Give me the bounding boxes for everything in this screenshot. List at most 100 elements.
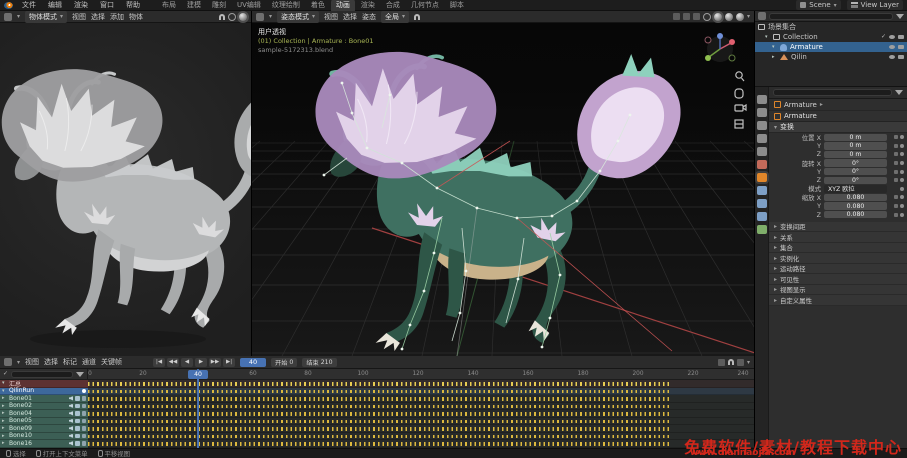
keyframe-dot-icon[interactable] — [900, 213, 904, 217]
blender-logo-icon[interactable] — [4, 2, 13, 9]
keyframe-dot-icon[interactable] — [900, 204, 904, 208]
pin-icon[interactable] — [75, 434, 80, 439]
render-camera-icon[interactable] — [898, 35, 904, 39]
menu-view[interactable]: 视图 — [25, 357, 39, 367]
tab-texture-paint[interactable]: 纹理绘制 — [267, 0, 305, 11]
keyframe-dot-icon[interactable] — [900, 161, 904, 165]
only-selected-checkbox[interactable]: ✓ — [3, 371, 8, 377]
channel-list[interactable]: ▾汇总 ▾QilinRun ▸Bone01 ▸Bone02 ▸Bone04 ▸B… — [0, 380, 754, 448]
channel-row-bone09[interactable]: ▸Bone09 — [0, 425, 754, 433]
output-tab-icon[interactable] — [757, 121, 767, 130]
expand-icon[interactable]: ▾ — [2, 380, 7, 386]
keyframe-strip[interactable] — [88, 435, 672, 439]
menu-view[interactable]: 视图 — [72, 12, 86, 22]
speaker-icon[interactable] — [69, 441, 74, 446]
location-y-field[interactable]: 0 m — [824, 142, 887, 149]
jump-to-start-button[interactable]: |◀ — [153, 358, 165, 367]
physics-tab-icon[interactable] — [757, 199, 767, 208]
menu-window[interactable]: 窗口 — [97, 0, 117, 10]
jump-to-end-button[interactable]: ▶| — [223, 358, 235, 367]
xray-icon[interactable] — [693, 13, 700, 20]
channel-row-bone04[interactable]: ▸Bone04 — [0, 410, 754, 418]
next-keyframe-button[interactable]: ▶▶ — [209, 358, 221, 367]
channel-row-bone02[interactable]: ▸Bone02 — [0, 403, 754, 411]
frame-end-field[interactable]: 结束210 — [302, 358, 336, 367]
location-z-field[interactable]: 0 m — [824, 151, 887, 158]
location-x-field[interactable]: 0 m — [824, 134, 887, 141]
editor-type-icon[interactable] — [256, 13, 264, 21]
menu-render[interactable]: 渲染 — [71, 0, 91, 10]
render-camera-icon[interactable] — [898, 45, 904, 49]
scale-x-field[interactable]: 0.080 — [824, 194, 887, 201]
view-layer-tab-icon[interactable] — [757, 134, 767, 143]
keyframe-dot-icon[interactable] — [900, 195, 904, 199]
tab-layout[interactable]: 布局 — [157, 0, 181, 11]
lock-icon[interactable] — [894, 204, 898, 208]
world-tab-icon[interactable] — [757, 160, 767, 169]
scene-canvas[interactable] — [252, 23, 755, 356]
constraints-tab-icon[interactable] — [757, 212, 767, 221]
keyframe-dot-icon[interactable] — [900, 178, 904, 182]
tab-modeling[interactable]: 建模 — [182, 0, 206, 11]
menu-file[interactable]: 文件 — [19, 0, 39, 10]
expand-icon[interactable]: ▾ — [772, 44, 777, 50]
outliner-row-collection[interactable]: ▾ Collection ✓ — [755, 32, 907, 42]
tab-scripting[interactable]: 脚本 — [445, 0, 469, 11]
lock-icon[interactable] — [82, 411, 87, 416]
channel-row-bone16[interactable]: ▸Bone16 — [0, 440, 754, 448]
channel-row-bone05[interactable]: ▸Bone05 — [0, 418, 754, 426]
current-frame-field[interactable]: 40 — [240, 358, 266, 367]
speaker-icon[interactable] — [69, 396, 74, 401]
section-collections[interactable]: ▸集合 — [769, 243, 907, 254]
tab-geometry-nodes[interactable]: 几何节点 — [406, 0, 444, 11]
material-shading-icon[interactable] — [725, 13, 733, 21]
menu-pose[interactable]: 姿态 — [362, 12, 376, 22]
object-data-tab-icon[interactable] — [757, 225, 767, 234]
keyframe-dot-icon[interactable] — [900, 135, 904, 139]
keyframe-strip[interactable] — [88, 382, 672, 386]
filter-icon[interactable] — [76, 372, 84, 377]
menu-add[interactable]: 添加 — [110, 12, 124, 22]
keyframe-strip[interactable] — [88, 405, 672, 409]
object-name-row[interactable]: Armature — [769, 111, 907, 122]
tab-sculpting[interactable]: 雕刻 — [207, 0, 231, 11]
play-button[interactable]: ▶ — [195, 358, 207, 367]
lock-icon[interactable] — [894, 170, 898, 174]
expand-icon[interactable]: ▸ — [2, 418, 7, 424]
lock-icon[interactable] — [82, 441, 87, 446]
scale-y-field[interactable]: 0.080 — [824, 202, 887, 209]
speaker-icon[interactable] — [69, 411, 74, 416]
playhead[interactable] — [197, 369, 199, 448]
speaker-icon[interactable] — [69, 419, 74, 424]
keyframe-strip[interactable] — [88, 442, 672, 446]
rotation-y-field[interactable]: 0° — [824, 168, 887, 175]
snap-magnet-icon[interactable] — [728, 359, 734, 365]
outliner-row-mesh[interactable]: ▸ Qilin — [755, 52, 907, 62]
qilin-clay-model[interactable] — [2, 69, 252, 335]
current-frame-badge[interactable]: 40 — [188, 370, 208, 379]
tab-compositing[interactable]: 合成 — [381, 0, 405, 11]
keyframe-strip[interactable] — [88, 427, 672, 431]
menu-edit[interactable]: 编辑 — [45, 0, 65, 10]
expand-icon[interactable]: ▾ — [765, 34, 770, 40]
dope-sheet[interactable]: ▾ 视图 选择 标记 通道 关键帧 |◀ ◀◀ ◀ ▶ ▶▶ ▶| 40 开始0… — [0, 356, 755, 448]
solid-shading-icon[interactable] — [239, 13, 247, 21]
auto-keying-icon[interactable] — [718, 359, 725, 366]
speaker-icon[interactable] — [69, 434, 74, 439]
menu-help[interactable]: 帮助 — [123, 0, 143, 10]
outliner[interactable]: 场景集合 ▾ Collection ✓ ▾ Armature — [755, 11, 907, 87]
outliner-search-input[interactable] — [769, 13, 893, 20]
expand-icon[interactable]: ▸ — [2, 410, 7, 416]
section-viewport-display[interactable]: ▸视图显示 — [769, 285, 907, 296]
menu-view[interactable]: 视图 — [324, 12, 338, 22]
menu-key[interactable]: 关键帧 — [101, 357, 122, 367]
outliner-row-armature[interactable]: ▾ Armature — [755, 42, 907, 52]
overlays-icon[interactable] — [683, 13, 690, 20]
keyframe-dot-icon[interactable] — [900, 152, 904, 156]
channel-search-input[interactable] — [11, 371, 73, 378]
scene-selector[interactable]: Scene▾ — [796, 0, 840, 10]
menu-select[interactable]: 选择 — [91, 12, 105, 22]
wireframe-shading-icon[interactable] — [703, 13, 711, 21]
lock-icon[interactable] — [894, 195, 898, 199]
show-gizmo-icon[interactable] — [673, 13, 680, 20]
